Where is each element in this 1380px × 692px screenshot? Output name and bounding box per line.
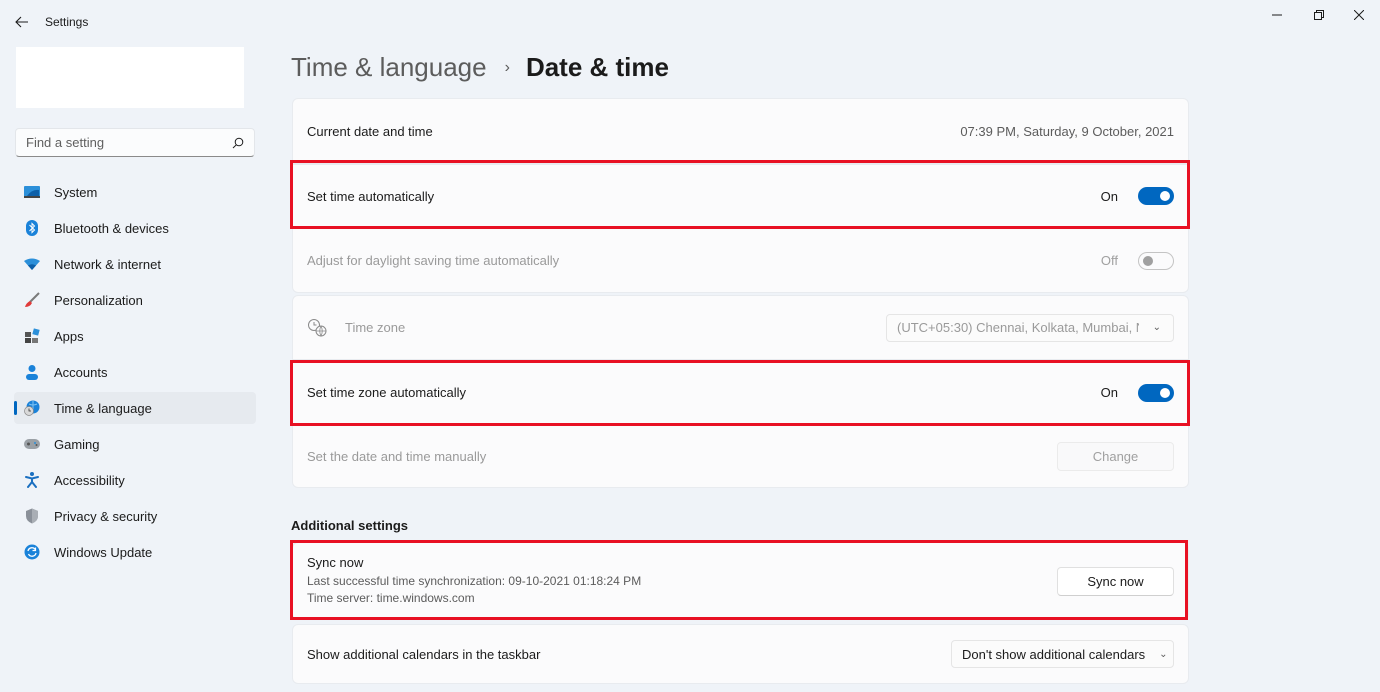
sidebar-item-bluetooth[interactable]: Bluetooth & devices	[14, 212, 256, 244]
daylight-saving-label: Adjust for daylight saving time automati…	[307, 253, 560, 268]
current-datetime-label: Current date and time	[307, 123, 433, 139]
daylight-saving-row: Adjust for daylight saving time automati…	[292, 228, 1189, 293]
system-icon	[24, 184, 40, 200]
additional-settings-heading: Additional settings	[291, 518, 408, 533]
sync-title: Sync now	[307, 555, 364, 570]
sidebar-item-privacy[interactable]: Privacy & security	[14, 500, 256, 532]
sync-now-button[interactable]: Sync now	[1057, 566, 1174, 596]
accessibility-icon	[24, 472, 40, 488]
sidebar-item-network[interactable]: Network & internet	[14, 248, 256, 280]
sidebar-item-label: Personalization	[54, 292, 143, 308]
brush-icon	[24, 292, 40, 308]
sidebar-nav: System Bluetooth & devices Network & int…	[14, 176, 256, 572]
back-button[interactable]	[12, 12, 32, 32]
time-zone-value: (UTC+05:30) Chennai, Kolkata, Mumbai, Ne…	[897, 320, 1139, 335]
manual-datetime-label: Set the date and time manually	[307, 449, 487, 464]
sidebar-item-label: Gaming	[54, 436, 100, 452]
back-arrow-icon	[15, 16, 28, 28]
search-icon[interactable]	[232, 137, 244, 149]
time-zone-dropdown[interactable]: (UTC+05:30) Chennai, Kolkata, Mumbai, Ne…	[886, 313, 1174, 342]
restore-icon	[1314, 10, 1324, 20]
globe-clock-icon	[24, 400, 40, 416]
time-server-text: Time server: time.windows.com	[307, 591, 475, 605]
current-datetime-row: Current date and time 07:39 PM, Saturday…	[292, 98, 1189, 164]
app-title: Settings	[45, 15, 89, 29]
sidebar-item-label: Time & language	[54, 400, 152, 416]
time-zone-label: Time zone	[345, 320, 406, 335]
sidebar-item-windows-update[interactable]: Windows Update	[14, 536, 256, 568]
sidebar-item-time-language[interactable]: Time & language	[14, 392, 256, 424]
set-time-auto-row: Set time automatically On	[292, 164, 1189, 228]
manual-datetime-row: Set the date and time manually Change	[292, 425, 1189, 488]
user-profile-card[interactable]	[16, 47, 244, 108]
update-icon	[24, 544, 40, 560]
last-sync-text: Last successful time synchronization: 09…	[307, 574, 642, 588]
additional-calendars-value: Don't show additional calendars	[962, 646, 1146, 662]
close-button[interactable]	[1336, 0, 1380, 30]
change-button[interactable]: Change	[1057, 442, 1174, 471]
sidebar-item-label: Accounts	[54, 364, 108, 380]
minimize-button[interactable]	[1254, 0, 1300, 30]
sidebar-item-apps[interactable]: Apps	[14, 320, 256, 352]
wifi-icon	[24, 256, 40, 272]
search-box[interactable]	[15, 128, 255, 157]
apps-icon	[24, 328, 40, 344]
shield-icon	[24, 508, 40, 524]
sync-now-row: Sync now Last successful time synchroniz…	[292, 542, 1189, 620]
additional-calendars-dropdown[interactable]: Don't show additional calendars ⌄	[951, 640, 1174, 668]
set-timezone-auto-toggle[interactable]	[1138, 383, 1174, 402]
chevron-down-icon: ⌄	[1159, 648, 1168, 660]
sidebar-item-accounts[interactable]: Accounts	[14, 356, 256, 388]
additional-calendars-row: Show additional calendars in the taskbar…	[292, 624, 1189, 684]
breadcrumb-parent[interactable]: Time & language	[291, 52, 487, 83]
time-zone-icon	[307, 318, 329, 338]
current-datetime-value: 07:39 PM, Saturday, 9 October, 2021	[960, 123, 1174, 139]
sidebar-item-label: Accessibility	[54, 472, 125, 488]
sidebar-item-label: Network & internet	[54, 256, 161, 272]
sidebar-item-label: Privacy & security	[54, 508, 158, 524]
sidebar-item-system[interactable]: System	[14, 176, 256, 208]
set-timezone-auto-row: Set time zone automatically On	[292, 360, 1189, 425]
sidebar-item-personalization[interactable]: Personalization	[14, 284, 256, 316]
set-timezone-auto-state: On	[1100, 385, 1118, 400]
search-input[interactable]	[26, 135, 232, 150]
sidebar-item-gaming[interactable]: Gaming	[14, 428, 256, 460]
chevron-down-icon: ⌄	[1152, 322, 1161, 333]
additional-calendars-label: Show additional calendars in the taskbar	[307, 646, 541, 662]
account-icon	[24, 364, 40, 380]
set-time-auto-label: Set time automatically	[307, 188, 435, 204]
sidebar-item-label: System	[54, 184, 98, 200]
daylight-saving-state: Off	[1100, 253, 1118, 268]
gamepad-icon	[24, 436, 40, 452]
breadcrumb-separator: ›	[504, 58, 510, 76]
page-title: Date & time	[525, 52, 669, 82]
breadcrumb: Time & language › Date & time	[291, 52, 669, 83]
time-zone-row: Time zone (UTC+05:30) Chennai, Kolkata, …	[292, 295, 1189, 360]
bluetooth-icon	[24, 220, 40, 236]
minimize-icon	[1272, 14, 1282, 16]
sidebar-item-label: Bluetooth & devices	[54, 220, 169, 236]
sidebar-item-label: Windows Update	[54, 544, 153, 560]
set-timezone-auto-label: Set time zone automatically	[307, 385, 466, 400]
title-bar: Settings	[0, 0, 1380, 44]
close-icon	[1354, 10, 1364, 20]
sidebar-item-label: Apps	[54, 328, 84, 344]
sidebar-item-accessibility[interactable]: Accessibility	[14, 464, 256, 496]
set-time-auto-toggle[interactable]	[1138, 187, 1174, 205]
daylight-saving-toggle[interactable]	[1138, 251, 1174, 270]
set-time-auto-state: On	[1100, 188, 1118, 204]
